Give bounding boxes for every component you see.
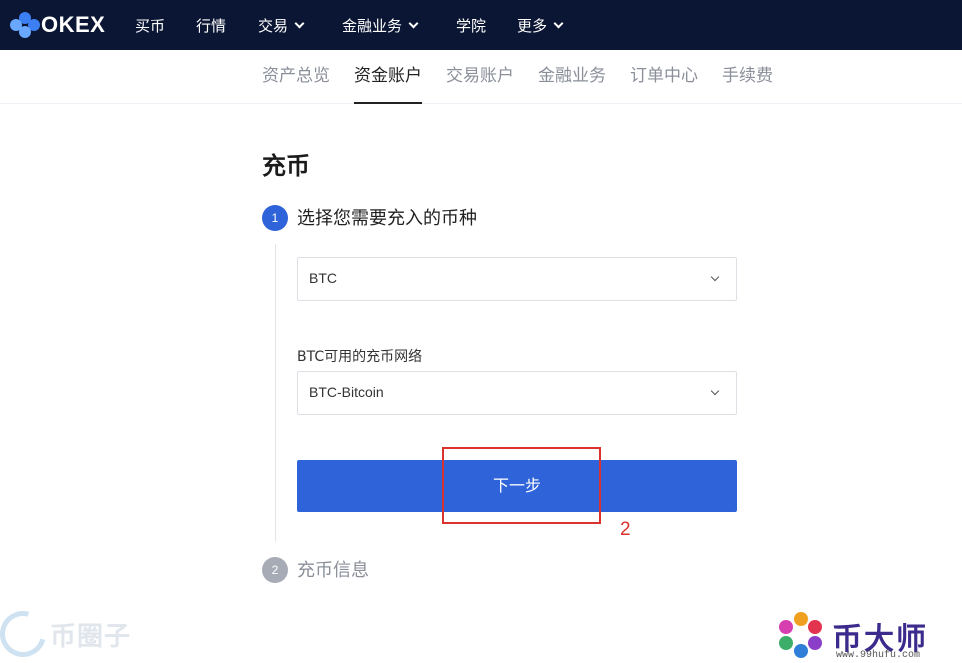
account-subnav: 资产总览 资金账户 交易账户 金融业务 订单中心 手续费 [0, 50, 962, 104]
coin-select[interactable]: BTC [297, 257, 737, 301]
nav-item-more[interactable]: 更多 [517, 15, 587, 36]
nav-item-academy[interactable]: 学院 [456, 15, 517, 36]
page-title: 充币 [262, 152, 310, 180]
watermark-url: www.99hufu.com [836, 650, 921, 661]
chevron-down-icon [710, 386, 720, 396]
step-2-title: 充币信息 [297, 560, 369, 581]
nav-item-trade[interactable]: 交易 [258, 15, 342, 36]
okex-logo[interactable]: OKEX [10, 10, 105, 40]
tab-fees[interactable]: 手续费 [722, 50, 773, 104]
step-1-badge: 1 [262, 205, 288, 231]
chevron-down-icon [408, 18, 419, 28]
tab-asset-overview[interactable]: 资产总览 [262, 50, 330, 104]
nav-item-buy-crypto[interactable]: 买币 [135, 15, 196, 36]
flower-logo-icon [774, 612, 828, 662]
nav-item-finance[interactable]: 金融业务 [342, 15, 456, 36]
chevron-down-icon [294, 18, 305, 28]
tab-finance[interactable]: 金融业务 [538, 50, 606, 104]
top-nav-menu: 买币 行情 交易 金融业务 学院 更多 [135, 0, 587, 50]
okex-logo-icon [10, 12, 40, 38]
step-connector-line [275, 244, 276, 542]
step-2-badge: 2 [262, 557, 288, 583]
logo-text: OKEX [41, 12, 106, 37]
nav-item-markets[interactable]: 行情 [196, 15, 258, 36]
watermark-logo-icon [0, 602, 55, 663]
top-navbar: OKEX 买币 行情 交易 金融业务 学院 更多 [0, 0, 962, 50]
annotation-highlight-box [442, 447, 601, 524]
watermark-left: 币圈子 [0, 602, 132, 663]
watermark-left-text: 币圈子 [50, 621, 132, 652]
network-select[interactable]: BTC-Bitcoin [297, 371, 737, 415]
network-select-value: BTC-Bitcoin [309, 384, 384, 400]
tab-order-center[interactable]: 订单中心 [630, 50, 698, 104]
step-1-title: 选择您需要充入的币种 [297, 208, 477, 229]
watermark-right: 币大师 www.99hufu.com [774, 612, 954, 662]
chevron-down-icon [710, 272, 720, 282]
tab-trading-account[interactable]: 交易账户 [446, 50, 514, 104]
annotation-number: 2 [620, 519, 631, 540]
chevron-down-icon [553, 18, 564, 28]
tab-funding-account[interactable]: 资金账户 [354, 50, 422, 104]
network-label: BTC可用的充币网络 [297, 349, 423, 365]
coin-select-value: BTC [309, 270, 337, 286]
